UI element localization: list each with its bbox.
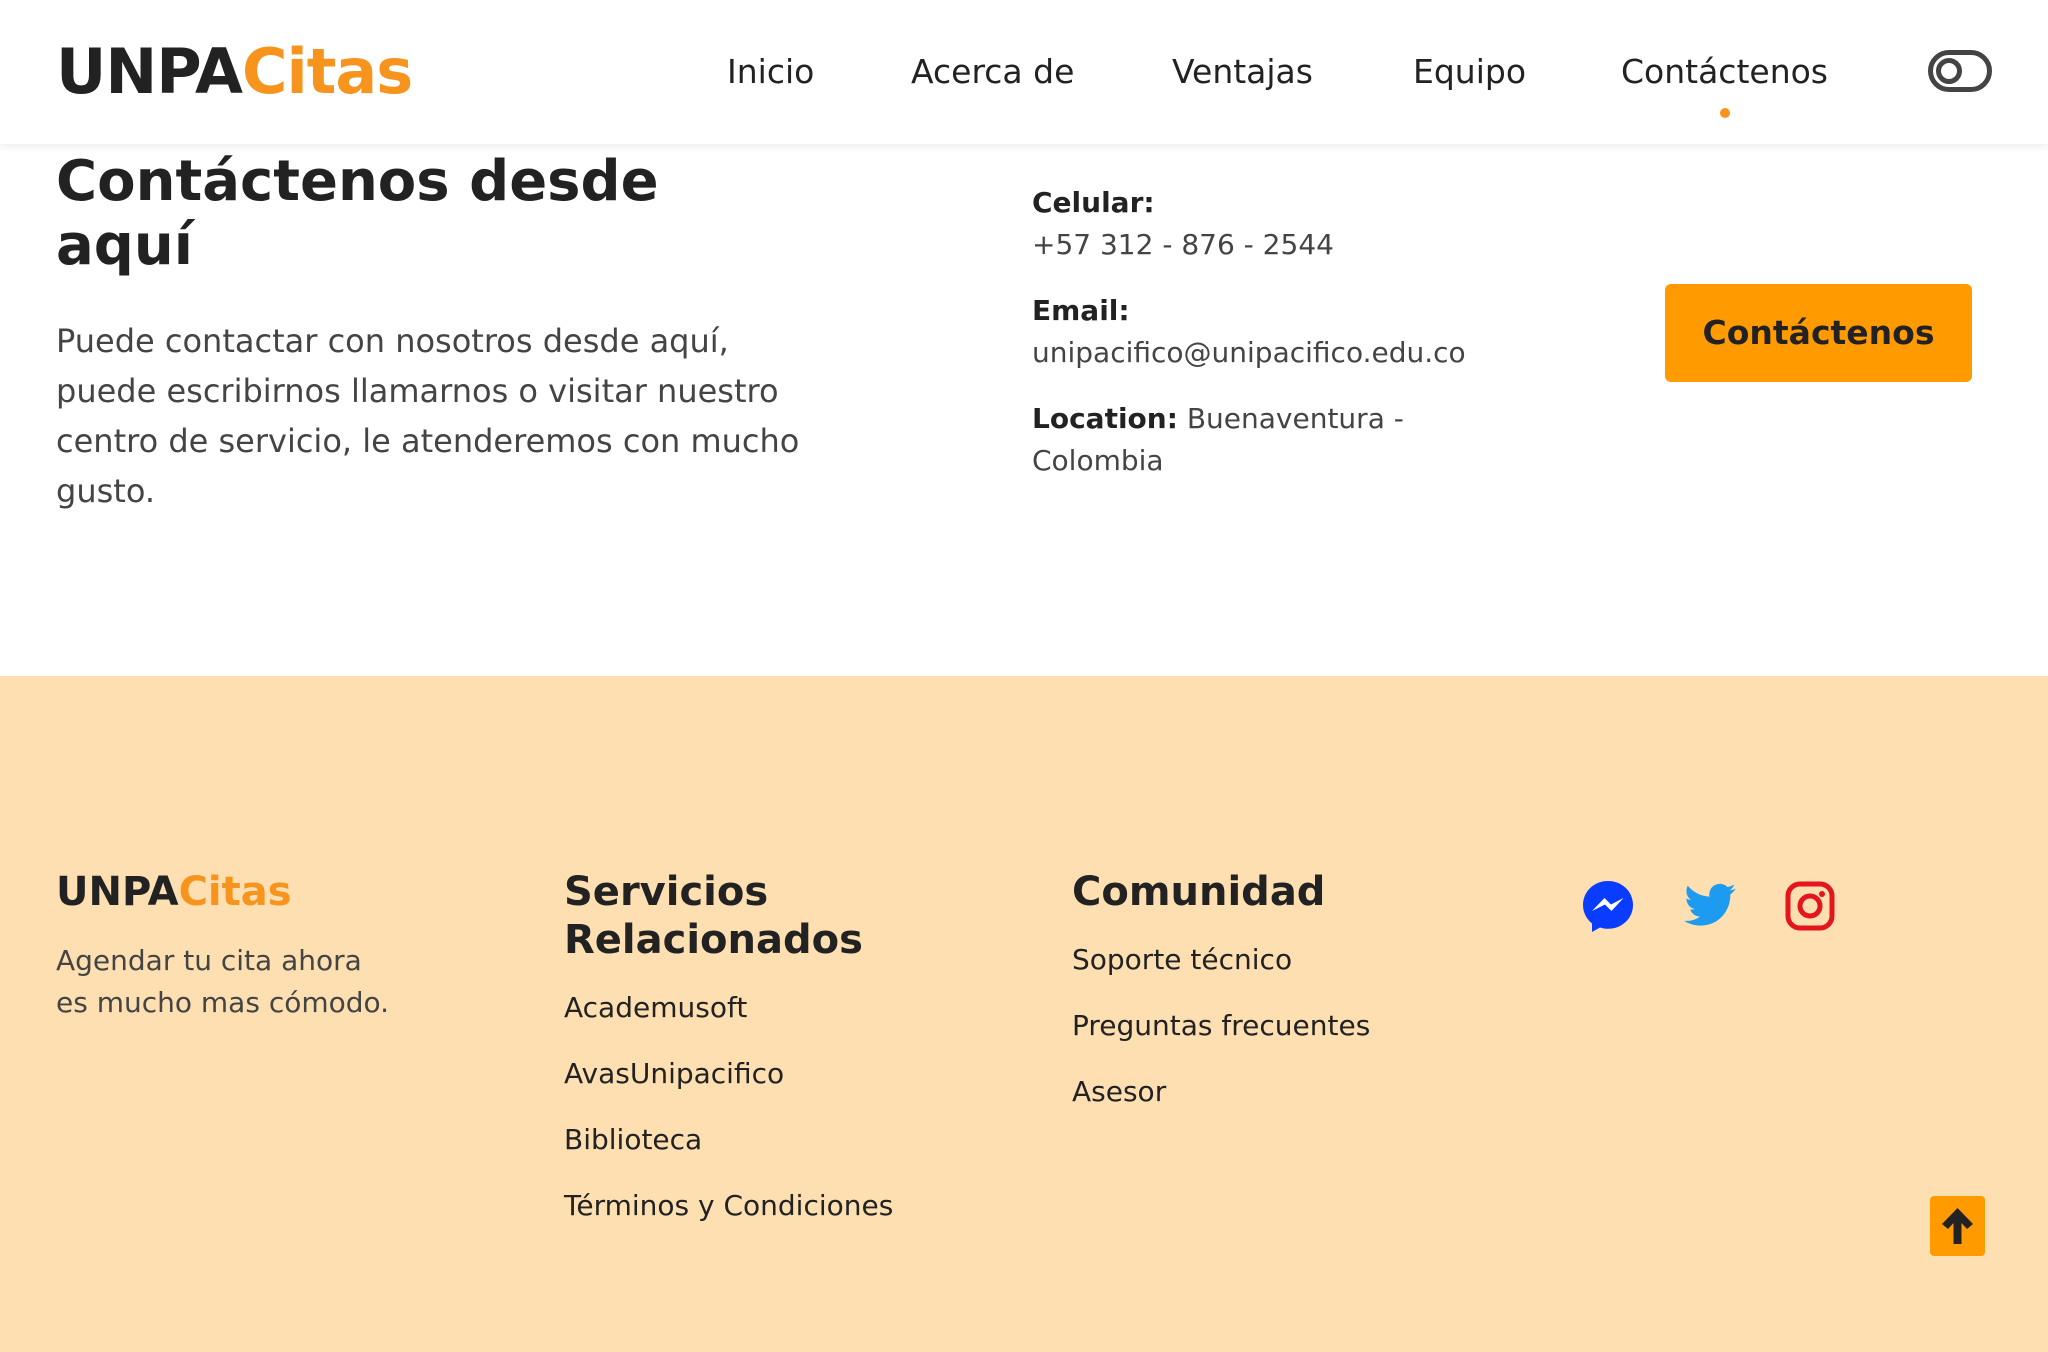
phone-label: Celular: bbox=[1032, 186, 1155, 219]
footer-tagline: Agendar tu cita ahora es mucho mas cómod… bbox=[56, 944, 390, 1019]
community-link-soporte[interactable]: Soporte técnico bbox=[1072, 942, 1292, 978]
phone-info: Celular: +57 312 - 876 - 2544 bbox=[1032, 182, 1592, 266]
nav-inicio[interactable]: Inicio bbox=[727, 48, 814, 96]
location-label: Location: bbox=[1032, 402, 1178, 435]
theme-toggle[interactable] bbox=[1928, 50, 1992, 92]
back-to-top-button[interactable] bbox=[1930, 1196, 1985, 1256]
contact-button[interactable]: Contáctenos bbox=[1665, 284, 1972, 382]
twitter-icon[interactable] bbox=[1682, 878, 1738, 934]
email-value: unipacifico@unipacifico.edu.co bbox=[1032, 336, 1466, 369]
services-heading: Servicios Relacionados bbox=[564, 869, 863, 963]
contact-title: Contáctenos desde aquí bbox=[56, 149, 659, 278]
contact-description: Puede contactar con nosotros desde aquí,… bbox=[56, 322, 800, 510]
email-label: Email: bbox=[1032, 294, 1130, 327]
service-link-avasunipacifico[interactable]: AvasUnipacifico bbox=[564, 1056, 784, 1092]
footer-logo-main: UNPA bbox=[56, 869, 179, 915]
toggle-knob bbox=[1936, 58, 1962, 84]
service-link-academusoft[interactable]: Academusoft bbox=[564, 990, 747, 1026]
site-header: UNPACitas Inicio Acerca de Ventajas Equi… bbox=[0, 0, 2048, 144]
nav-ventajas[interactable]: Ventajas bbox=[1172, 48, 1313, 96]
location-info: Location: Buenaventura - Colombia bbox=[1032, 398, 1452, 482]
site-footer: UNPACitas Agendar tu cita ahora es mucho… bbox=[0, 676, 2048, 1352]
community-link-preguntas[interactable]: Preguntas frecuentes bbox=[1072, 1008, 1370, 1044]
instagram-icon[interactable] bbox=[1782, 878, 1838, 934]
messenger-icon[interactable] bbox=[1580, 878, 1636, 934]
nav-equipo[interactable]: Equipo bbox=[1413, 48, 1526, 96]
nav-contactenos[interactable]: Contáctenos bbox=[1621, 48, 1828, 118]
nav-acerca-de[interactable]: Acerca de bbox=[911, 48, 1074, 96]
arrow-up-icon bbox=[1942, 1208, 1973, 1244]
footer-logo[interactable]: UNPACitas bbox=[56, 868, 292, 916]
phone-value: +57 312 - 876 - 2544 bbox=[1032, 228, 1334, 261]
service-link-terminos[interactable]: Términos y Condiciones bbox=[564, 1188, 893, 1224]
email-info: Email: unipacifico@unipacifico.edu.co bbox=[1032, 290, 1592, 374]
main-nav: Inicio Acerca de Ventajas Equipo Contáct… bbox=[0, 48, 2048, 118]
community-heading: Comunidad bbox=[1072, 869, 1326, 915]
service-link-biblioteca[interactable]: Biblioteca bbox=[564, 1122, 702, 1158]
footer-logo-accent: Citas bbox=[178, 869, 292, 915]
community-link-asesor[interactable]: Asesor bbox=[1072, 1074, 1166, 1110]
